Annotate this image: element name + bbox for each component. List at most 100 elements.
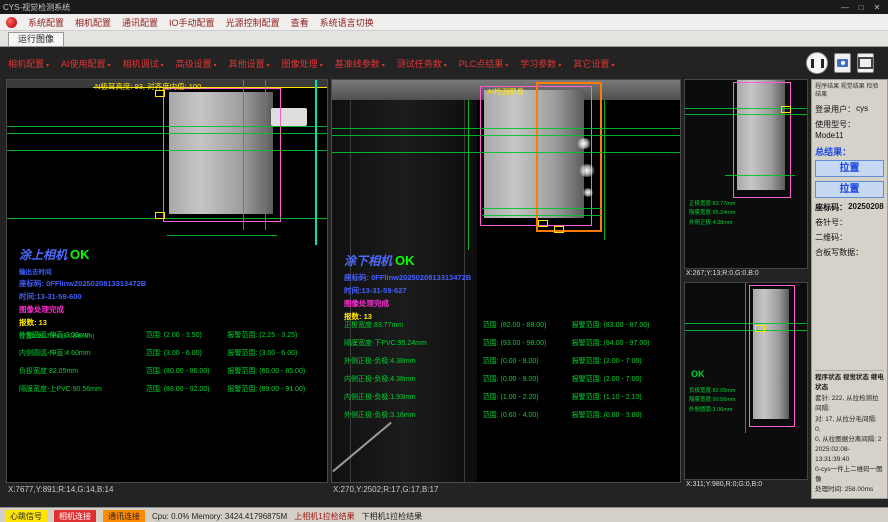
- toolbar-label: 其他设置: [229, 59, 265, 69]
- menu-io-manual-config[interactable]: IO手动配置: [169, 16, 215, 29]
- upper-camera-result-link[interactable]: 上相机1拉检结果: [294, 511, 354, 522]
- marker-box: [755, 325, 765, 332]
- overlay-time: 时间:13-31-59-627: [344, 285, 471, 296]
- chevron-down-icon: ▾: [320, 63, 323, 69]
- maximize-button[interactable]: □: [853, 3, 869, 12]
- left-view-pixel-coords: X:7677,Y:891;R:14,G:14,B:14: [6, 483, 328, 498]
- camera-name-label: 涂下相机: [344, 254, 392, 268]
- measurement-range: 范围: (82.00 - 88.00): [483, 320, 572, 330]
- needle-row: 卷针号：: [815, 217, 884, 228]
- crosshair-line: [685, 114, 807, 115]
- app-logo-icon: [6, 17, 17, 28]
- tab-run-image[interactable]: 运行图像: [8, 32, 64, 46]
- overlay-top-note: N极耳高度: 93, 对齐度内值: 100: [95, 81, 201, 92]
- close-button[interactable]: ✕: [869, 3, 885, 12]
- qr-label: 二维码：: [815, 232, 847, 243]
- measurement-alarm: 报警范围: (2.00 - 7.00): [572, 374, 674, 384]
- lower-camera-result-link[interactable]: 下相机1拉检结果: [362, 511, 422, 522]
- toolbar-camera-config[interactable]: 相机配置▾: [8, 57, 49, 70]
- toolbar-label: 相机调试: [123, 59, 159, 69]
- menu-comm-config[interactable]: 通讯配置: [122, 16, 158, 29]
- menu-camera-config[interactable]: 相机配置: [75, 16, 111, 29]
- toolbar-plc-results[interactable]: PLC点结果▾: [459, 57, 509, 70]
- menu-language-switch[interactable]: 系统语言切换: [320, 16, 374, 29]
- small-view-line: 隔膜宽度:90.56mm: [689, 396, 735, 405]
- measurement-row: 负极宽度:82.05mm范围: (80.00 - 86.00)报警范围: (60…: [19, 366, 321, 376]
- small-bottom-view[interactable]: OK 负极宽度:82.05mm 隔膜宽度:90.56mm 外侧圆弧:3.06mm: [684, 282, 808, 480]
- main-area: 相机配置▾ AI使用配置▾ 相机调试▾ 高级设置▾ 其他设置▾ 图像处理▾ 基准…: [0, 47, 888, 507]
- measurement-row: 外侧正极-负极:3.16mm范围: (0.60 - 4.00)报警范围: (0.…: [344, 410, 674, 420]
- crosshair-line: [685, 330, 807, 331]
- crosshair-line: [332, 135, 680, 136]
- write-row: 合板写数据：: [815, 247, 884, 258]
- qr-row: 二维码：: [815, 232, 884, 243]
- menu-view[interactable]: 查看: [291, 16, 309, 29]
- measurement-range: 范围: (3.00 - 6.00): [146, 348, 228, 358]
- toolbar-label: 其它设置: [573, 59, 609, 69]
- measure-line: [482, 215, 602, 216]
- toolbar-other-settings[interactable]: 其他设置▾: [229, 57, 270, 70]
- tab-bar: 运行图像: [0, 31, 888, 47]
- menu-system-config[interactable]: 系统配置: [28, 16, 64, 29]
- toolbar-learning-params[interactable]: 学习参数▾: [520, 57, 561, 70]
- status-panel: 程序状态 视觉状态 继电状态 套针: 222, 从拉检测拉间隔: 对: 17, …: [815, 370, 884, 495]
- chevron-down-icon: ▾: [161, 63, 164, 69]
- measurement-row: 隔膜宽度-上PVC:90.56mm范围: (88.00 - 92.00)报警范围…: [19, 384, 321, 394]
- crosshair-line: [332, 152, 680, 153]
- model-value: Mode11: [815, 131, 843, 140]
- ai-detection-rect: [536, 82, 602, 232]
- right-view-pixel-coords: X:270,Y:2502;R:17,G:17,B:17: [331, 483, 681, 498]
- measure-line: [725, 175, 795, 176]
- right-camera-panel: AI检测图像 涂下相机OK 座标码: 0FFlinw20250208133134…: [331, 79, 681, 507]
- right-camera-view[interactable]: AI检测图像 涂下相机OK 座标码: 0FFlinw20250208133134…: [331, 79, 681, 483]
- small-top-view[interactable]: 正极宽度:83.77mm 隔膜宽度:95.24mm 外侧正极:4.38mm: [684, 79, 808, 269]
- crosshair-line: [7, 218, 327, 219]
- left-camera-panel: N极耳高度: 93, 对齐度内值: 100 涂上相机OK 输出去时间 座标码: …: [6, 79, 328, 507]
- minimize-button[interactable]: —: [837, 3, 853, 12]
- small-views-column: 正极宽度:83.77mm 隔膜宽度:95.24mm 外侧正极:4.38mm X:…: [684, 79, 808, 507]
- measurement-alarm: 报警范围: (89.00 - 91.00): [227, 384, 321, 394]
- toolbar-image-processing[interactable]: 图像处理▾: [282, 57, 323, 70]
- pause-button[interactable]: [806, 52, 828, 74]
- sidebar-note: 程序结果 视觉结果 检验结果: [815, 83, 884, 99]
- result-box-lower: 拉置: [815, 181, 884, 198]
- toolbar-label: 高级设置: [176, 59, 212, 69]
- roi-rect: [733, 82, 791, 198]
- crosshair-line-vertical: [468, 100, 469, 250]
- measurement-list: 外侧圆弧-伸直:3.06mm范围: (2.00 - 3.50)报警范围: (2.…: [19, 330, 321, 402]
- toolbar-misc-settings[interactable]: 其它设置▾: [573, 57, 614, 70]
- toolbar-baseline-params[interactable]: 基准线参数▾: [335, 57, 385, 70]
- window-title: CYS-视觉检测系统: [3, 2, 70, 13]
- measurement-alarm: 报警范围: (1.10 - 2.10): [572, 392, 674, 402]
- reflection-highlight: [578, 164, 596, 177]
- toolbar-camera-debug[interactable]: 相机调试▾: [123, 57, 164, 70]
- crosshair-line-vertical: [745, 283, 746, 433]
- measurement-range: 范围: (88.00 - 92.00): [146, 384, 228, 394]
- status-line: 处理时间: 258.00ms: [815, 485, 884, 495]
- status-line: 2025:02:08-13:31:39:40: [815, 445, 884, 465]
- titlebar: CYS-视觉检测系统 — □ ✕: [0, 0, 888, 14]
- heartbeat-badge: 心跳信号: [5, 510, 47, 522]
- login-row: 登录用户：cys: [815, 104, 884, 115]
- barcode-value: 20250208: [848, 202, 884, 213]
- toolbar-ai-config[interactable]: AI使用配置▾: [61, 57, 111, 70]
- content-row: N极耳高度: 93, 对齐度内值: 100 涂上相机OK 输出去时间 座标码: …: [0, 79, 888, 507]
- result-ok-label: OK: [70, 247, 90, 262]
- menu-light-control-config[interactable]: 光源控制配置: [226, 16, 280, 29]
- toolbar-advanced-settings[interactable]: 高级设置▾: [176, 57, 217, 70]
- display-mode-button[interactable]: [857, 53, 874, 73]
- measurement-name: 外侧圆弧-伸直:3.06mm: [19, 330, 146, 340]
- marker-box: [554, 226, 564, 233]
- small-view-text-lines: 负极宽度:82.05mm 隔膜宽度:90.56mm 外侧圆弧:3.06mm: [689, 387, 735, 415]
- measurement-row: 内侧正极-负极:4.38mm范围: (0.00 - 9.00)报警范围: (2.…: [344, 374, 674, 384]
- measurement-range: 范围: (0.00 - 9.00): [483, 356, 572, 366]
- toolbar-test-tasks[interactable]: 测试任务数▾: [397, 57, 447, 70]
- chevron-down-icon: ▾: [505, 63, 508, 69]
- overlay-process-status: 图像处理完成: [344, 298, 471, 309]
- chevron-down-icon: ▾: [444, 63, 447, 69]
- measurement-name: 隔膜宽度-下PVC:95.24mm: [344, 338, 483, 348]
- toolbar-label: 相机配置: [8, 59, 44, 69]
- camera-capture-button[interactable]: [834, 53, 851, 73]
- left-camera-view[interactable]: N极耳高度: 93, 对齐度内值: 100 涂上相机OK 输出去时间 座标码: …: [6, 79, 328, 483]
- small-bottom-pixel-coords: X:311;Y:980,R:0;G:0,B:0: [684, 480, 808, 493]
